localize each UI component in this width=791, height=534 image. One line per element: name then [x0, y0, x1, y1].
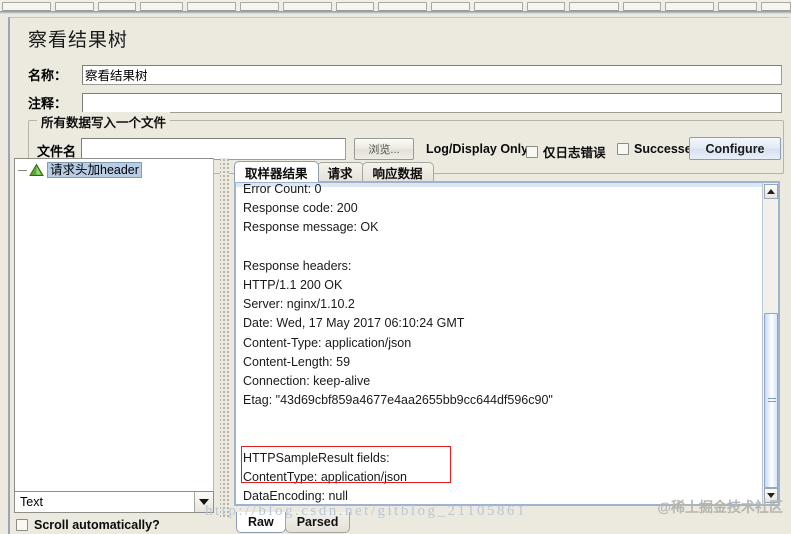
toolbar-button-3[interactable]	[97, 2, 136, 11]
groupbox-title: 所有数据写入一个文件	[37, 112, 171, 131]
scrollbar-grip	[768, 397, 776, 404]
scroll-up-icon[interactable]	[764, 184, 778, 199]
name-row: 名称： 察看结果树	[28, 64, 783, 85]
toolbar-button-6[interactable]	[240, 2, 279, 11]
view-type-combo[interactable]: Text	[14, 491, 214, 513]
toolbar-button-15[interactable]	[664, 2, 715, 11]
tab-sampler-result[interactable]: 取样器结果	[234, 161, 319, 182]
toolbar-button-8[interactable]	[335, 2, 375, 11]
tree-item-request-header[interactable]: 请求头加header	[18, 162, 142, 178]
tab-raw[interactable]: Raw	[236, 512, 286, 533]
tab-parsed[interactable]: Parsed	[284, 512, 351, 533]
scrollbar-thumb[interactable]	[764, 313, 778, 488]
toolbar-button-17[interactable]	[760, 2, 791, 11]
name-label: 名称：	[28, 68, 68, 83]
scroll-down-icon[interactable]	[764, 488, 778, 503]
toolbar-button-16[interactable]	[718, 2, 757, 11]
tree-expand-dash	[18, 169, 27, 171]
toolbar-button-10[interactable]	[431, 2, 470, 11]
toolbar-button-14[interactable]	[622, 2, 661, 11]
toolbar-button-12[interactable]	[527, 2, 566, 11]
app-window: 察看结果树 名称： 察看结果树 注释： 所有数据写入一个文件 文件名 浏览...…	[0, 0, 791, 534]
toolbar-button-4[interactable]	[139, 2, 183, 11]
toolbar-button-13[interactable]	[569, 2, 619, 11]
response-text-panel[interactable]: Error Count: 0 Response code: 200 Respon…	[234, 181, 780, 506]
toolbar-button-5[interactable]	[186, 2, 237, 11]
checkbox-box-errors[interactable]	[526, 145, 538, 158]
result-tabs: 取样器结果 请求 响应数据	[234, 161, 780, 182]
page-title: 察看结果树	[28, 30, 129, 51]
response-body-text: Error Count: 0 Response code: 200 Respon…	[243, 182, 553, 504]
errors-only-label: 仅日志错误	[543, 146, 606, 160]
checkbox-box-scroll[interactable]	[16, 519, 28, 531]
toolbar-button-9[interactable]	[378, 2, 428, 11]
toolbar-divider	[0, 11, 791, 14]
comment-label: 注释：	[28, 96, 68, 111]
toolbar-button-11[interactable]	[473, 2, 524, 11]
checkbox-box-successes[interactable]	[617, 143, 629, 155]
split-divider[interactable]	[220, 158, 229, 518]
browse-button[interactable]: 浏览...	[354, 138, 414, 160]
successes-checkbox[interactable]: Successes	[617, 142, 699, 156]
comment-input[interactable]	[82, 92, 782, 113]
toolbar-strip	[0, 0, 791, 11]
toolbar-button-1[interactable]	[2, 2, 52, 11]
errors-only-checkbox[interactable]: 仅日志错误	[526, 142, 606, 161]
comment-row: 注释：	[28, 92, 783, 113]
view-type-value: Text	[20, 495, 43, 509]
tree-item-label: 请求头加header	[47, 162, 142, 178]
tab-response-data[interactable]: 响应数据	[361, 162, 434, 182]
raw-parsed-tabs: Raw Parsed	[236, 512, 536, 534]
sampler-tree-panel[interactable]: 请求头加header	[14, 158, 214, 492]
filename-input[interactable]	[81, 138, 346, 160]
scroll-automatically-checkbox[interactable]: Scroll automatically?	[16, 518, 160, 532]
tab-request[interactable]: 请求	[316, 162, 364, 182]
green-triangle-icon	[29, 163, 44, 177]
toolbar-button-2[interactable]	[55, 2, 94, 11]
response-scrollbar[interactable]	[762, 183, 778, 504]
name-input[interactable]: 察看结果树	[82, 64, 782, 85]
toolbar-button-7[interactable]	[282, 2, 332, 11]
configure-button[interactable]: Configure	[689, 137, 781, 160]
log-display-only-label: Log/Display Only:	[426, 142, 533, 156]
scroll-automatically-label: Scroll automatically?	[34, 518, 160, 532]
chevron-down-icon[interactable]	[194, 492, 213, 512]
